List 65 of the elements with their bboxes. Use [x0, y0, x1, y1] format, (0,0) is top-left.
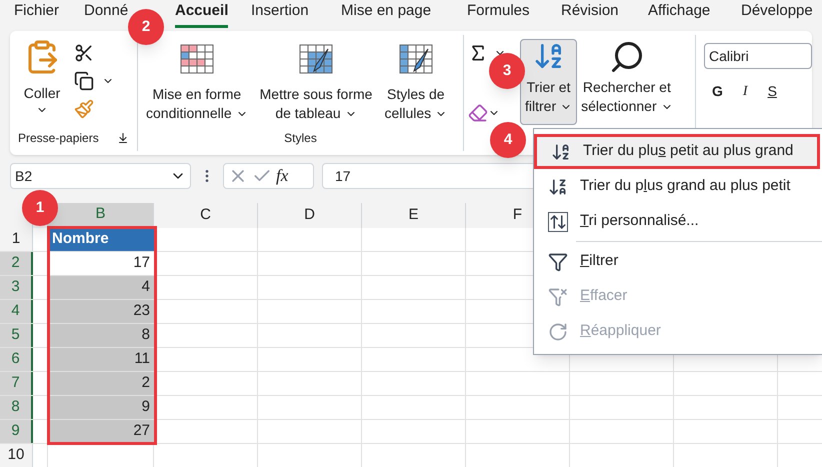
table-cell: 9 [48, 396, 154, 419]
menu-tab[interactable]: Mise en page [341, 0, 432, 28]
row-header[interactable]: 4 [0, 300, 33, 323]
copy-icon[interactable] [74, 71, 94, 91]
menu-tab[interactable]: Donné [84, 0, 128, 28]
row-header[interactable]: 6 [0, 348, 33, 371]
paste-button[interactable]: Coller [18, 39, 66, 129]
column-header[interactable]: D [304, 204, 315, 227]
row-header[interactable]: 1 [0, 228, 33, 251]
table-cell: 23 [48, 300, 154, 323]
table-cell: Nombre [48, 228, 154, 251]
font-name-field[interactable]: Calibri [704, 43, 812, 69]
row-header[interactable]: 10 [0, 444, 33, 467]
cell-styles-icon [398, 43, 434, 75]
paintbrush-icon[interactable] [74, 99, 94, 119]
table-cell: 4 [48, 276, 154, 299]
step-badge: 1 [22, 190, 58, 226]
menu-item[interactable]: Filtrer [534, 244, 820, 279]
scissors-icon[interactable] [74, 43, 94, 63]
menu-item[interactable]: Trier du plus grand au plus petit [534, 169, 820, 204]
sort-icon [548, 212, 568, 232]
menu-tab[interactable]: Affichage [648, 0, 710, 28]
row-header[interactable]: 2 [0, 252, 33, 275]
menu-tab[interactable]: Développe [741, 0, 813, 28]
eraser-icon[interactable] [468, 103, 488, 123]
funnel-icon [548, 252, 568, 272]
function-button[interactable]: fx [276, 163, 288, 189]
row-header[interactable]: 3 [0, 276, 33, 299]
funnel-clear-icon [548, 286, 568, 306]
table-format-icon [298, 43, 334, 75]
ribbon-button[interactable]: Styles de cellules [380, 43, 452, 129]
name-box[interactable]: B2 [10, 163, 191, 189]
underline-button[interactable]: S [768, 81, 777, 102]
step-badge: 2 [128, 9, 164, 45]
table-cell: 27 [48, 420, 154, 443]
bold-button[interactable]: G [712, 81, 723, 102]
row-header[interactable]: 7 [0, 372, 33, 395]
group-label: Presse-papiers [18, 130, 99, 147]
refresh-icon [548, 322, 568, 342]
column-header[interactable]: F [512, 204, 522, 227]
group-label: Styles [283, 130, 318, 147]
table-cell: 11 [48, 348, 154, 371]
menu-item[interactable]: Trier du plus petit au plus grand [534, 134, 820, 169]
sort-filter-button[interactable]: Trier et filtrer [520, 39, 578, 125]
sort-descending-icon [548, 176, 568, 196]
menu-tab[interactable]: Fichier [14, 0, 60, 28]
row-header[interactable]: 8 [0, 396, 33, 419]
table-cell: 8 [48, 324, 154, 347]
column-header[interactable]: B [95, 203, 106, 226]
menu-tab[interactable]: Révision [561, 0, 619, 28]
column-header[interactable]: C [200, 204, 211, 227]
conditional-format-icon [178, 43, 215, 75]
row-header[interactable]: 5 [0, 324, 33, 347]
menu-tab[interactable]: Insertion [251, 0, 309, 28]
column-header[interactable]: E [408, 204, 418, 227]
menu-tab[interactable]: Formules [467, 0, 530, 28]
table-cell: 2 [48, 372, 154, 395]
menu-tab[interactable]: Accueil [175, 0, 228, 28]
row-header[interactable]: 9 [0, 420, 33, 443]
ribbon-button[interactable]: Mettre sous forme de tableau [256, 43, 376, 129]
italic-button[interactable]: I [742, 81, 748, 102]
dialog-launcher-icon[interactable] [117, 132, 129, 144]
sort-ascending-icon [551, 142, 571, 162]
ribbon-button[interactable]: Mise en forme conditionnelle [142, 43, 252, 129]
menu-item[interactable]: Tri personnalisé... [534, 204, 820, 239]
